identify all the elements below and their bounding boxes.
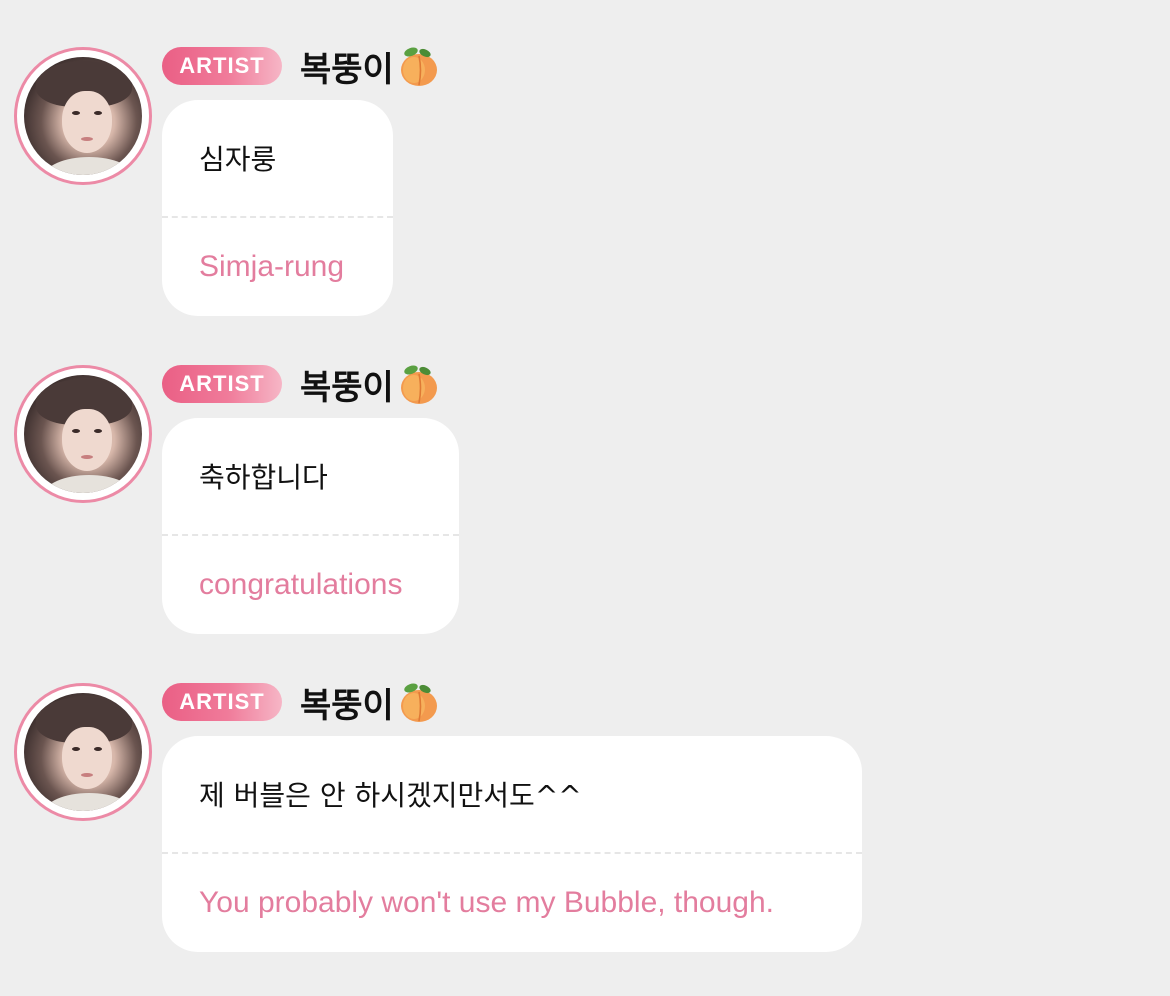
message-header: ARTIST 복뚱이 bbox=[162, 45, 440, 90]
message-bubble[interactable]: 제 버블은 안 하시겠지만서도^^ You probably won't use… bbox=[162, 736, 862, 952]
message-bubble[interactable]: 심자룽 Simja-rung bbox=[162, 100, 393, 316]
translation-text: congratulations bbox=[199, 568, 403, 601]
avatar-photo bbox=[24, 57, 142, 175]
translation-text: You probably won't use my Bubble, though… bbox=[199, 886, 775, 919]
artist-badge: ARTIST bbox=[162, 683, 282, 721]
avatar-photo bbox=[24, 375, 142, 493]
original-text: 제 버블은 안 하시겠지만서도^^ bbox=[199, 779, 582, 812]
peach-icon bbox=[400, 365, 437, 404]
message-header: ARTIST 복뚱이 bbox=[162, 363, 440, 408]
artist-avatar[interactable] bbox=[14, 365, 152, 503]
avatar-photo bbox=[24, 693, 142, 811]
artist-badge: ARTIST bbox=[162, 365, 282, 403]
sender-name: 복뚱이 bbox=[300, 367, 394, 408]
message-header: ARTIST 복뚱이 bbox=[162, 681, 440, 726]
sender-name: 복뚱이 bbox=[300, 685, 394, 726]
translation-text: Simja-rung bbox=[199, 250, 345, 283]
artist-avatar[interactable] bbox=[14, 47, 152, 185]
peach-icon bbox=[400, 683, 437, 722]
original-text: 심자룽 bbox=[199, 143, 277, 176]
sender-name: 복뚱이 bbox=[300, 49, 394, 90]
message-bubble[interactable]: 축하합니다 congratulations bbox=[162, 418, 459, 634]
peach-icon bbox=[400, 47, 437, 86]
artist-badge: ARTIST bbox=[162, 47, 282, 85]
artist-avatar[interactable] bbox=[14, 683, 152, 821]
original-text: 축하합니다 bbox=[199, 461, 328, 494]
